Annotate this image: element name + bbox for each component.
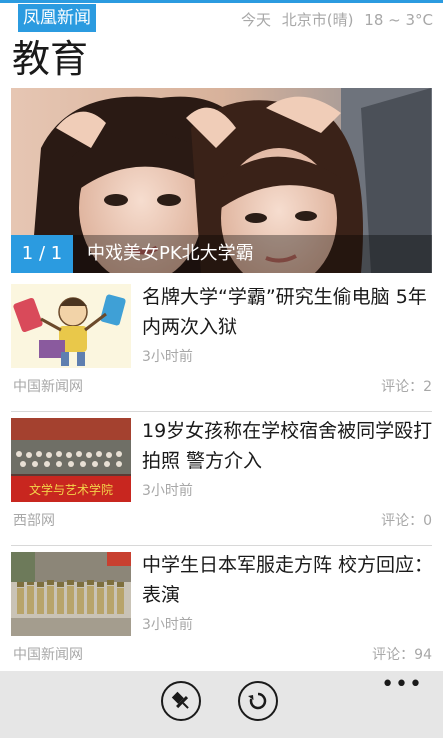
news-time: 3小时前 [142,349,193,365]
news-list: 名牌大学“学霸”研究生偷电脑 5年内两次入狱 3小时前 中国新闻网 评论：2 文… [11,280,434,680]
news-source: 中国新闻网 [13,647,83,663]
list-item[interactable]: 中学生日本军服走方阵 校方回应：表演 3小时前 中国新闻网 评论：94 [11,548,434,680]
hero-caption: 中戏美女PK北大学霸 [73,235,432,273]
news-title: 名牌大学“学霸”研究生偷电脑 5年内两次入狱 [142,286,427,338]
status-temperature: 18 ~ 3°C [364,11,433,29]
more-options-button[interactable]: ••• [381,674,423,696]
list-item[interactable]: 文学与艺术学院 19岁女孩称在学校宿舍被同学殴打拍照 警方介入 3小时前 西部网… [11,414,432,546]
news-thumbnail [11,284,131,368]
hero-slide-counter: 1 / 1 [11,235,73,273]
thumb-banner-text: 文学与艺术学院 [29,482,113,497]
pin-button[interactable] [161,681,201,721]
news-title: 中学生日本军服走方阵 校方回应：表演 [142,554,434,606]
news-thumbnail: 文学与艺术学院 [11,418,131,502]
refresh-icon [248,692,267,710]
news-source: 西部网 [13,513,55,529]
app-bar: ••• [0,671,443,738]
pin-icon [171,691,189,709]
app-name-badge: 凤凰新闻 [18,4,96,32]
refresh-button[interactable] [238,681,278,721]
news-comment-count[interactable]: 评论：94 [372,644,432,664]
news-comment-count[interactable]: 评论：0 [381,510,432,530]
status-day: 今天 [240,11,271,29]
news-source: 中国新闻网 [13,379,83,395]
news-comment-count[interactable]: 评论：2 [381,376,432,396]
hero-slideshow[interactable]: 1 / 1 中戏美女PK北大学霸 [11,88,432,273]
news-thumbnail [11,552,131,636]
page-title: 教育 [12,37,89,81]
status-bar: 今天 北京市(晴) 18 ~ 3°C [241,10,433,30]
news-time: 3小时前 [142,483,193,499]
top-accent-bar [0,0,443,3]
news-title: 19岁女孩称在学校宿舍被同学殴打拍照 警方介入 [142,420,433,472]
news-time: 3小时前 [142,617,193,633]
list-item[interactable]: 名牌大学“学霸”研究生偷电脑 5年内两次入狱 3小时前 中国新闻网 评论：2 [11,280,432,412]
status-location-weather: 北京市(晴) [281,11,354,29]
